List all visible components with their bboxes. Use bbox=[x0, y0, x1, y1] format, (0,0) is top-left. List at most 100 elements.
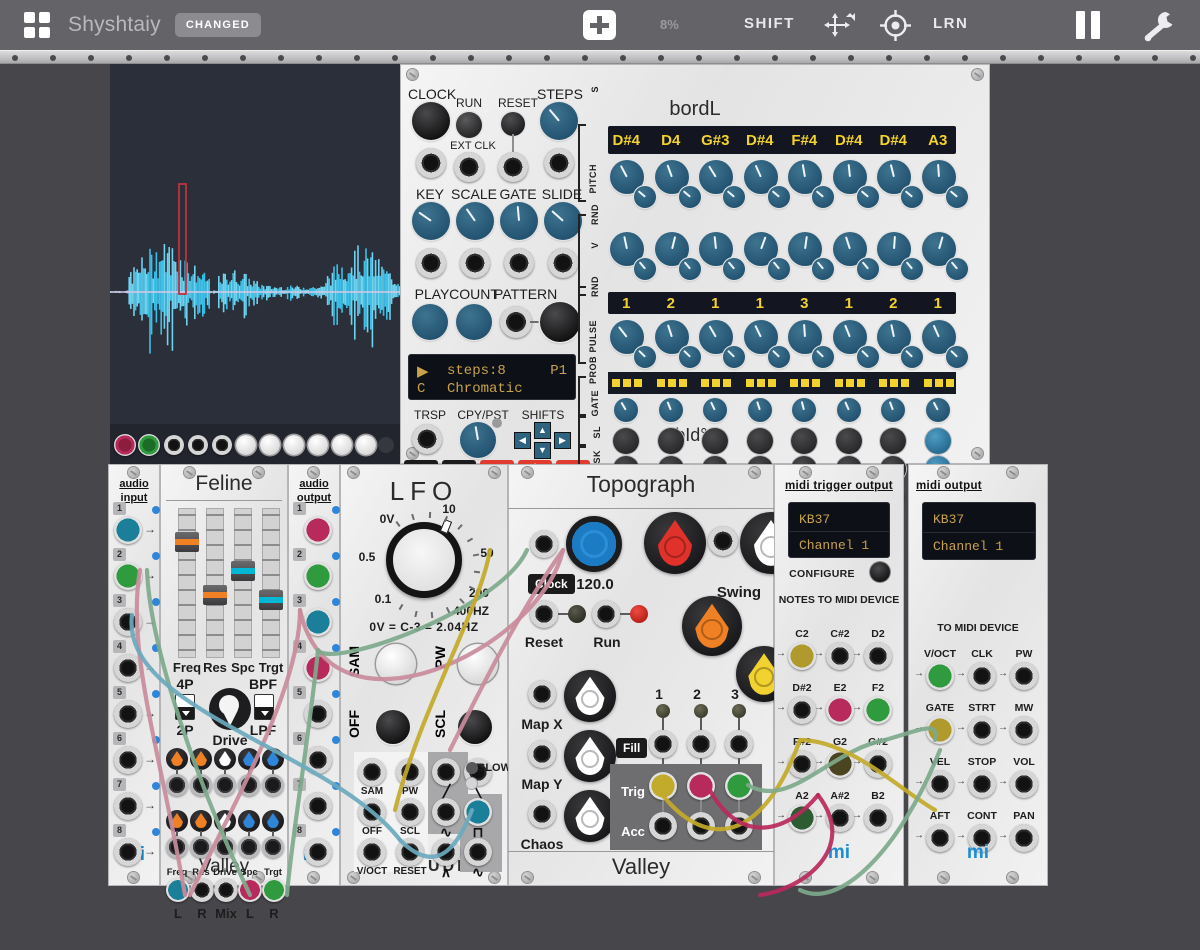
scope-knob-4[interactable] bbox=[308, 435, 328, 455]
bordl-pattern-knob[interactable] bbox=[540, 302, 580, 342]
target-icon[interactable] bbox=[880, 10, 911, 41]
v-rnd-knob-7[interactable] bbox=[946, 258, 968, 280]
lfo-scl-knob[interactable] bbox=[458, 710, 492, 744]
bordl-display[interactable]: ▶ steps:8 P1 C Chromatic bbox=[408, 354, 576, 400]
bordl-scale-jack[interactable] bbox=[460, 248, 490, 278]
audio-output-jack-3[interactable] bbox=[304, 608, 332, 636]
audio-output-jack-7[interactable] bbox=[304, 792, 332, 820]
lfo-frequency-knob[interactable] bbox=[386, 522, 462, 598]
feline-cv-jack-1-Trgt[interactable] bbox=[262, 836, 284, 858]
bordl-trsp-jack[interactable] bbox=[412, 424, 442, 454]
midi-out-jack-MW[interactable] bbox=[1010, 716, 1038, 744]
gate-knob-5[interactable] bbox=[837, 398, 861, 422]
pitch-rnd-knob-3[interactable] bbox=[768, 186, 790, 208]
midi-note-jack-A#2[interactable] bbox=[826, 804, 854, 832]
midi-trigger-module[interactable]: midi trigger output KB37 Channel 1 CONFI… bbox=[774, 464, 904, 886]
lfo-wave-jack-0[interactable] bbox=[432, 758, 460, 786]
topo-mapx-knob[interactable] bbox=[564, 670, 616, 722]
feline-type-selector[interactable] bbox=[254, 694, 274, 720]
lfo-jack-SAM[interactable] bbox=[358, 758, 386, 786]
feline-cv-jack-1-Spc[interactable] bbox=[238, 836, 260, 858]
v-rnd-knob-6[interactable] bbox=[901, 258, 923, 280]
topo-acc-jack-1[interactable] bbox=[649, 812, 677, 840]
v-rnd-knob-4[interactable] bbox=[812, 258, 834, 280]
bordl-gate-knob[interactable] bbox=[500, 202, 538, 240]
topo-channel-led-3[interactable] bbox=[732, 704, 746, 718]
gate-knob-7[interactable] bbox=[926, 398, 950, 422]
feline-cv-knob-0-Drive[interactable] bbox=[214, 748, 236, 770]
plus-icon[interactable] bbox=[583, 10, 616, 40]
midi-note-jack-A2[interactable] bbox=[788, 804, 816, 832]
feline-cv-jack-1-Freq[interactable] bbox=[166, 836, 188, 858]
v-rnd-knob-2[interactable] bbox=[723, 258, 745, 280]
audio-input-jack-1[interactable] bbox=[114, 516, 142, 544]
bordl-gate-display[interactable] bbox=[608, 372, 956, 394]
audio-input-jack-6[interactable] bbox=[114, 746, 142, 774]
midi-trigger-device-display[interactable]: KB37 Channel 1 bbox=[788, 502, 890, 558]
bordl-steps-knob[interactable] bbox=[540, 102, 578, 140]
midi-note-jack-G#2[interactable] bbox=[864, 750, 892, 778]
feline-cv-knob-0-Res[interactable] bbox=[190, 748, 212, 770]
feline-cv-knob-0-Freq[interactable] bbox=[166, 748, 188, 770]
audio-output-jack-5[interactable] bbox=[304, 700, 332, 728]
shift-button[interactable]: SHIFT bbox=[744, 15, 795, 32]
sl-button-5[interactable] bbox=[836, 428, 862, 454]
feline-cv-jack-0-Res[interactable] bbox=[190, 774, 212, 796]
topo-mapy-jack[interactable] bbox=[528, 740, 556, 768]
sl-button-4[interactable] bbox=[791, 428, 817, 454]
gate-knob-3[interactable] bbox=[748, 398, 772, 422]
midi-note-jack-B2[interactable] bbox=[864, 804, 892, 832]
bordl-key-knob[interactable] bbox=[412, 202, 450, 240]
topo-trig-jack-2[interactable] bbox=[687, 772, 715, 800]
bordl-key-jack[interactable] bbox=[416, 248, 446, 278]
scope-knob-6[interactable] bbox=[356, 435, 376, 455]
v-rnd-knob-1[interactable] bbox=[679, 258, 701, 280]
audio-input-jack-8[interactable] bbox=[114, 838, 142, 866]
topo-run-led[interactable] bbox=[630, 605, 648, 623]
pitch-rnd-knob-0[interactable] bbox=[634, 186, 656, 208]
midi-out-jack-VEL[interactable] bbox=[926, 770, 954, 798]
topo-channel-led-2[interactable] bbox=[694, 704, 708, 718]
scope-knob-1[interactable] bbox=[236, 435, 256, 455]
pulse-prob-knob-4[interactable] bbox=[812, 346, 834, 368]
topo-channel-led-1[interactable] bbox=[656, 704, 670, 718]
topo-reset-button[interactable] bbox=[568, 605, 586, 623]
lfo-jack-PW[interactable] bbox=[396, 758, 424, 786]
pitch-rnd-knob-6[interactable] bbox=[901, 186, 923, 208]
feline-cv-knob-1-Spc[interactable] bbox=[238, 810, 260, 832]
lfo-jack-OFF[interactable] bbox=[358, 798, 386, 826]
bordl-reset-jack[interactable] bbox=[498, 152, 528, 182]
feline-cv-jack-0-Spc[interactable] bbox=[238, 774, 260, 796]
audio-output-module[interactable]: audio output mi 1→2→3→4→5→6→7→8→ bbox=[288, 464, 340, 886]
audio-input-module[interactable]: audio input mi 1→2→3→4→5→6→7→8→ bbox=[108, 464, 160, 886]
audio-output-jack-1[interactable] bbox=[304, 516, 332, 544]
bordl-clock-jack[interactable] bbox=[416, 148, 446, 178]
feline-cv-jack-1-Res[interactable] bbox=[190, 836, 212, 858]
pulse-prob-knob-3[interactable] bbox=[768, 346, 790, 368]
feline-cv-knob-0-Spc[interactable] bbox=[238, 748, 260, 770]
midi-note-jack-F#2[interactable] bbox=[788, 750, 816, 778]
feline-cv-knob-1-Drive[interactable] bbox=[214, 810, 236, 832]
sl-button-3[interactable] bbox=[747, 428, 773, 454]
feline-cv-knob-1-Trgt[interactable] bbox=[262, 810, 284, 832]
feline-cv-jack-0-Trgt[interactable] bbox=[262, 774, 284, 796]
feline-io-jack-L[interactable] bbox=[238, 878, 262, 902]
lfo-slow-led2[interactable] bbox=[466, 778, 477, 789]
scope-jack-x[interactable] bbox=[114, 434, 136, 456]
bordl-reset-button[interactable] bbox=[501, 112, 525, 136]
scope-jack-4[interactable] bbox=[188, 435, 208, 455]
topo-acc-jack-3[interactable] bbox=[725, 812, 753, 840]
topo-mapy-knob[interactable] bbox=[564, 730, 616, 782]
scope-jack-3[interactable] bbox=[164, 435, 184, 455]
lfo-pw-knob[interactable] bbox=[458, 644, 498, 684]
scope-jack-y[interactable] bbox=[138, 434, 160, 456]
audio-input-jack-3[interactable] bbox=[114, 608, 142, 636]
pitch-rnd-knob-4[interactable] bbox=[812, 186, 834, 208]
sl-button-6[interactable] bbox=[880, 428, 906, 454]
pitch-rnd-knob-7[interactable] bbox=[946, 186, 968, 208]
scope-knob-5[interactable] bbox=[332, 435, 352, 455]
midi-note-jack-D#2[interactable] bbox=[788, 696, 816, 724]
midi-note-jack-C2[interactable] bbox=[788, 642, 816, 670]
topo-chaos-jack[interactable] bbox=[528, 800, 556, 828]
lfo-wave-jack-5[interactable] bbox=[464, 838, 492, 866]
